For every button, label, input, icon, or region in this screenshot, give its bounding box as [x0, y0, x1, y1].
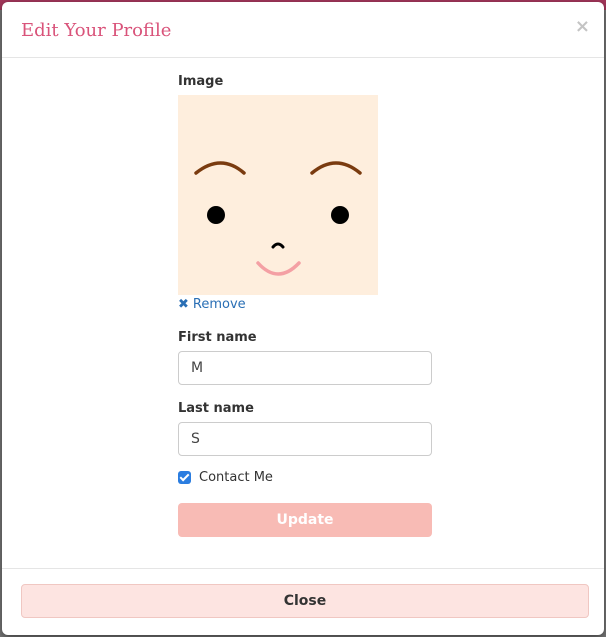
face-illustration	[194, 161, 362, 276]
remove-image-link[interactable]: ✖ Remove	[178, 297, 246, 312]
contact-me-row: Contact Me	[178, 470, 432, 485]
profile-form: Image ✖Remove First name M Last name S	[178, 74, 432, 537]
first-name-input[interactable]: M	[178, 351, 432, 385]
modal-body: Image ✖Remove First name M Last name S	[2, 58, 604, 568]
last-name-label: Last name	[178, 401, 254, 416]
close-button[interactable]: Close	[21, 584, 589, 618]
right-eyebrow	[310, 161, 362, 175]
modal-header: Edit Your Profile ×	[2, 2, 604, 58]
contact-me-label: Contact Me	[199, 470, 273, 485]
mouth	[256, 261, 301, 276]
image-label: Image	[178, 74, 224, 89]
update-button[interactable]: Update	[178, 503, 432, 537]
last-name-input[interactable]: S	[178, 422, 432, 456]
remove-label: Remove	[192, 297, 246, 312]
left-eye	[207, 206, 225, 224]
modal-footer: Close	[2, 568, 604, 635]
modal-title: Edit Your Profile	[21, 20, 172, 41]
avatar-image	[178, 95, 378, 295]
remove-x-icon: ✖	[178, 297, 189, 312]
nose	[271, 242, 285, 249]
left-eyebrow	[194, 161, 246, 175]
close-icon[interactable]: ×	[575, 16, 590, 37]
contact-me-checkbox[interactable]	[178, 471, 191, 484]
edit-profile-modal: Edit Your Profile × Image ✖ Remove First …	[2, 2, 604, 635]
first-name-label: First name	[178, 330, 257, 345]
right-eye	[331, 206, 349, 224]
